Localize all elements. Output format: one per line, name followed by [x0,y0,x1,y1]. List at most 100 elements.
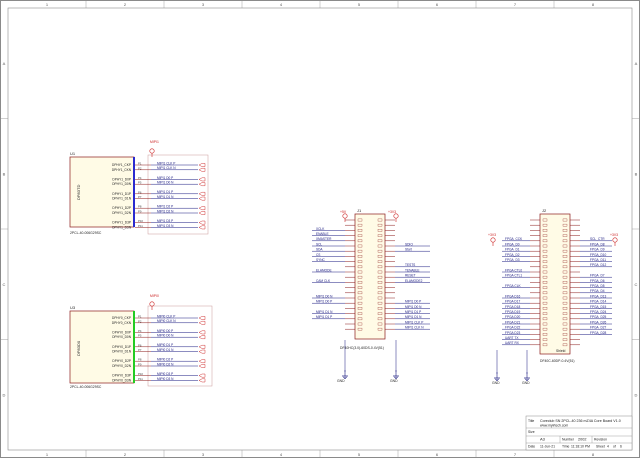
column-label-bottom: 4 [280,452,283,457]
title-block: Title Coreclub SN 2PCL-40 236 mZ4A Core … [525,415,633,451]
pin-name: DPHY0_D0N [112,335,131,339]
net-port-icon [198,316,206,320]
j2-net-label-right: FPGA_D12 [590,263,607,267]
net-label: MIPI1 D0 N [157,181,174,185]
j2-gnd-left: GND [492,381,500,385]
j1-net-label-left: SYNC [316,258,326,262]
j1-net-label-right: MIPI1 D0 P [405,300,421,304]
pin-name: DPHY0_D1P [112,345,131,349]
j2-net-label-left: FPGA_D1 [505,248,520,252]
j1-footprint: DF40HC(3.0)-60DS-0.4V(51) [340,346,384,350]
j2-net-label-right: FPGA_D27 [590,326,607,330]
pin-name: DPHY1_D1P [112,192,131,196]
net-label: MIPI0 D3 N [157,377,174,381]
j2-net-label-left: FPGA D18 [505,305,520,309]
pin-number: P5 [138,334,142,338]
pin-number: P5 [138,181,142,185]
title-value: Coreclub SN 2PCL-40 236 mZ4A Core Board … [540,419,621,423]
time-value: 11:18:10 PM [571,445,590,449]
net-port-icon [198,373,206,378]
pin-number: P7 [138,195,142,199]
pin-name: DPHY0_D3P [112,374,131,378]
j2-power-left-icon [490,237,496,243]
j2-power-left: +3V3 [488,233,496,237]
row-label-right: D [635,392,638,397]
j2-net-label-left: FPGA CTL1 [505,274,522,278]
net-port-icon [198,225,206,230]
pin-name: DPHY1_D3P [112,221,131,225]
column-label-bottom: 7 [514,452,517,457]
column-label-bottom: 6 [436,452,439,457]
pin-number: P7 [138,348,142,352]
pin-number: P4 [138,329,142,333]
column-label-bottom: 2 [124,452,127,457]
date-value: 11-Jun-21 [540,445,555,449]
pin-number: P4 [138,176,142,180]
j2-shield-label: Shield [556,349,566,353]
net-port-icon [198,206,206,211]
pin-name: DPHY1_D0P [112,177,131,181]
u3-footprint: 2PCL-40-006G29SC [70,385,102,389]
size-value: A3 [540,437,546,442]
pin-name: DPHY1_D0N [112,182,131,186]
j2-footprint: DF40C-60DP-0.4V(51) [540,359,574,363]
j2-power-right: +3V3 [610,233,618,237]
u3-component: U3 DP83D0 2PCL-40-006G29SC MIPI0 DPHY0_C… [69,294,213,389]
j2-net-label-left: FPGA D20 [505,315,520,319]
pin-name: DPHY0_D2N [112,364,131,368]
net-port-icon [198,359,206,364]
j1-net-label-left: ENABLE [316,232,329,236]
net-label: MIPI0 D3 P [157,372,173,376]
net-label: MIPI0 D2 N [157,362,174,366]
size-label: Size [528,430,535,434]
pin-name: DPHY1_D3N [112,225,131,229]
j2-net-label-right: FPGA_D11 [590,258,606,262]
column-label-top: 3 [202,2,205,7]
column-label-top: 2 [124,2,127,7]
u1-footprint: 2PCL-40-006G29SC [70,231,102,235]
j2-net-label-left: FPGA_CCK [505,237,523,241]
pin-name: DPHY1_D1N [112,197,131,201]
net-port-icon [198,344,206,349]
time-label: Time [562,445,570,449]
column-label-bottom: 5 [358,452,361,457]
number-value: 2002 [578,438,586,442]
u1-ref: U1 [70,151,76,156]
sheet-label: Sheet [596,445,605,449]
number-label: Number [562,438,575,442]
j2-net-label-right: FPGA_D28 [590,331,607,335]
j2-net-label-right: FPGA_D5 [590,284,605,288]
j2-net-label-right: SCL_CTR [590,237,605,241]
net-label: MIPI0 CLK N [157,319,176,323]
j1-net-label-left: CS [316,253,320,257]
pin-number: P11 [138,377,143,381]
net-port-icon [198,349,206,354]
pin-name: DPHY0_D1N [112,350,131,354]
pin-name: DPHY0_CKP [112,316,131,320]
row-label-left: D [3,392,6,397]
net-port-icon [198,163,206,167]
j2-net-label-right: FPGA_D10 [590,253,607,257]
j1-net-label-left: SDA [316,248,323,252]
title-label: Title [528,419,534,423]
pin-number: P1 [138,162,142,166]
j2-net-label-left: FPGA D21 [505,320,520,324]
pin-name: DPHY0_CKN [112,321,132,325]
pin-number: P2 [138,166,142,170]
u3-part: DP83D0 [76,340,81,356]
j1-net-label-left: MIPI1 D1 P [316,315,332,319]
net-port-icon [198,196,206,201]
net-port-icon [198,335,206,340]
j2-net-label-left: FPGA_D3 [505,258,520,262]
net-port-icon [198,364,206,368]
j1-power-left-icon [342,213,348,219]
j2-net-label-right: FPGA_D26 [590,320,607,324]
j2-net-label-right: FPGA_D4 [590,289,605,293]
j2-net-label-left: FPGA CLK [505,284,521,288]
net-port-icon [198,378,206,383]
row-label-left: A [3,61,6,66]
column-label-bottom: 3 [202,452,205,457]
column-label-bottom: 1 [46,452,49,457]
pin-number: P6 [138,190,142,194]
pin-number: P6 [138,343,142,347]
